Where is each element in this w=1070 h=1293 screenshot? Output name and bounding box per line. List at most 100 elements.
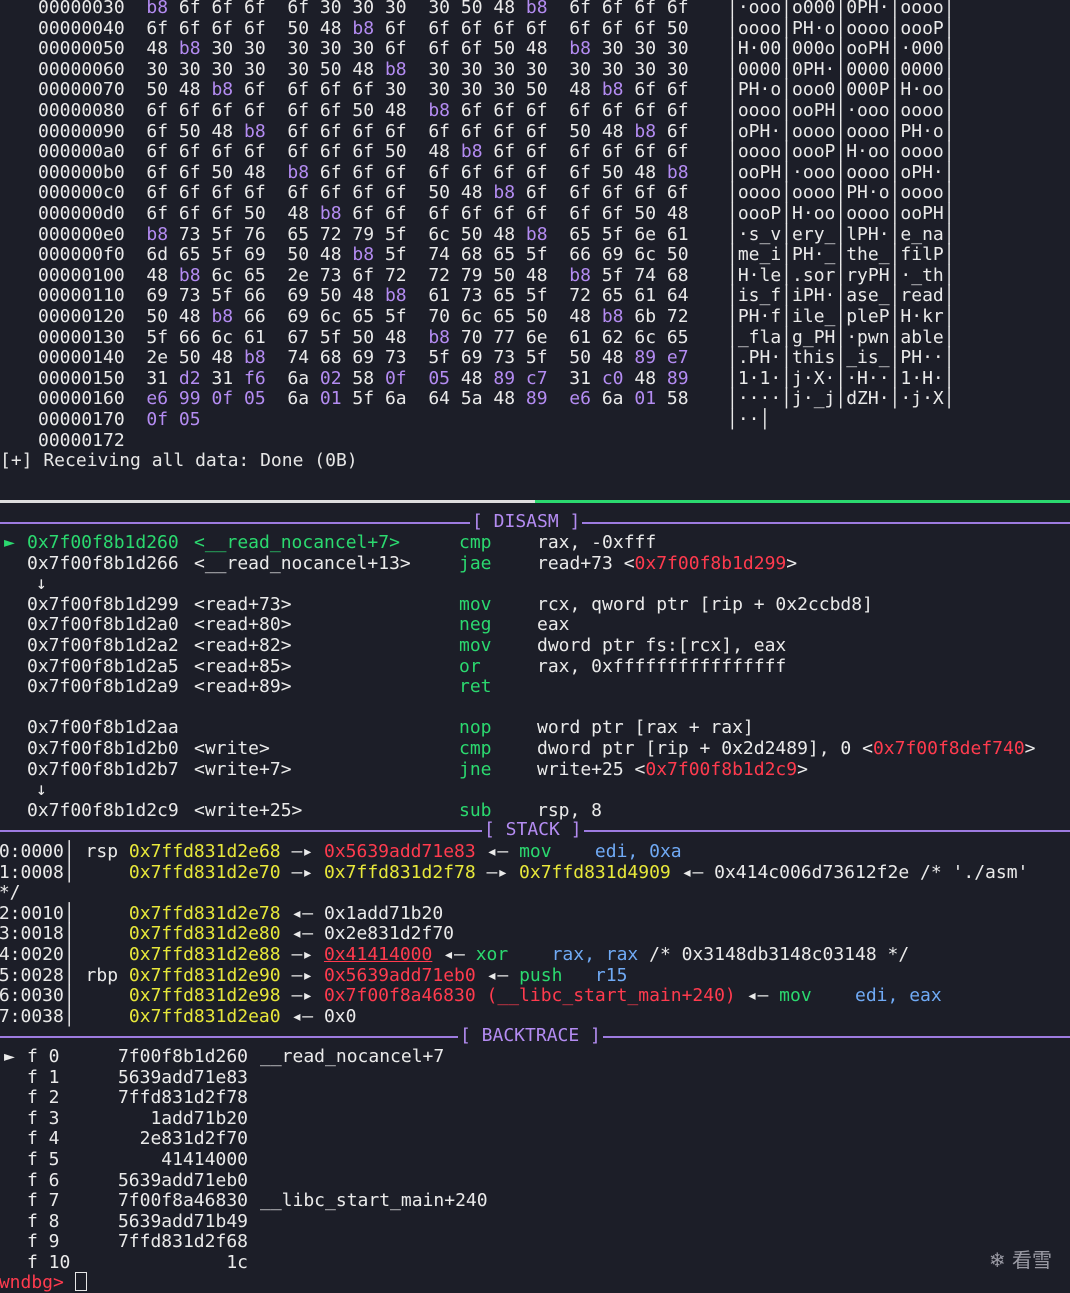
hex-byte: 50 (569, 120, 591, 142)
hex-bytes: 50 48 b8 6f 6f 6f 6f 30 30 30 30 50 48 b… (125, 79, 688, 100)
stack-part: /* 0x3148db3148c03148 */ (638, 944, 910, 965)
stack-part: 0x7ffd831d2e68 (128, 841, 281, 862)
hex-byte: 30 (493, 58, 516, 80)
ascii-column: │·s_v│ery_│lPH·│e_na│ (727, 223, 955, 245)
hex-byte: 5f (384, 244, 407, 266)
stack-row: 04:0020│ 0x7ffd831d2e88 —▸ 0x41414000 ◂—… (0, 945, 909, 966)
hex-byte: 6f (493, 100, 516, 121)
frame-address: 7ffd831d2f78 (117, 1087, 248, 1109)
hex-byte: 6f (352, 182, 375, 204)
hex-byte: 48 (211, 347, 234, 369)
disasm-title: [ DISASM ] (470, 511, 583, 532)
stack-part: 0x7ffd831d2e78 (128, 902, 281, 924)
hex-byte: 77 (493, 326, 516, 348)
disasm-address: 0x7f00f8b1d2aa (27, 717, 179, 739)
hex-byte: 65 (493, 306, 516, 327)
hex-byte: 65 (352, 306, 375, 327)
hex-address: 00000100 (38, 264, 125, 286)
disasm-address: 0x7f00f8b1d2c9 (27, 799, 179, 821)
hex-byte: 62 (601, 326, 624, 348)
hex-byte: 6f (287, 0, 310, 18)
frame-index: f 0 (27, 1046, 60, 1067)
hex-byte: 50 (428, 182, 451, 204)
hex-byte: 48 (460, 367, 483, 389)
hex-byte: 48 (384, 100, 407, 121)
hex-byte: 6f (146, 100, 169, 121)
hex-byte: 48 (287, 203, 310, 224)
hex-byte: 6f (287, 141, 310, 163)
hex-byte: 70 (460, 326, 483, 348)
hex-address: 00000030 (38, 0, 125, 18)
disasm-symbol: <write> (194, 738, 270, 759)
hex-byte: 74 (428, 244, 451, 266)
ascii-column: │oooo│oooo│PH·o│oooo│ (727, 182, 955, 204)
hex-byte: 65 (493, 244, 516, 266)
frame-symbol: __libc_start_main+240 (260, 1190, 488, 1212)
stack-part: 05:0028│ (0, 964, 75, 986)
hex-byte: 6f (525, 141, 548, 163)
ascii-column: │oooo│oooP│H·oo│oooo│ (727, 141, 955, 163)
hex-byte: 30 (601, 38, 624, 60)
hex-byte: 6a (601, 388, 624, 410)
hex-byte: 58 (666, 388, 689, 410)
hex-byte: 6f (319, 120, 342, 142)
hex-byte: 6f (460, 38, 483, 60)
hex-byte: 30 (428, 0, 451, 18)
hex-bytes: 31 d2 31 f6 6a 02 58 0f 05 48 89 c7 31 c… (125, 367, 688, 389)
hex-byte: 30 (211, 38, 234, 60)
disasm-operands: read+73 <0x7f00f8b1d299> (537, 553, 797, 575)
stack-part: 0x7ffd831d2e88 (128, 944, 281, 965)
hex-byte: b8 (493, 182, 516, 204)
hex-byte: b8 (384, 58, 407, 80)
disasm-mnemonic: neg (459, 614, 492, 636)
hex-byte: 6f (569, 100, 591, 121)
hex-byte: 6c (319, 306, 342, 327)
stack-part: */ (0, 882, 21, 904)
disasm-operands: dword ptr fs:[rcx], eax (537, 636, 786, 657)
hex-byte: 6f (569, 203, 591, 224)
hex-byte: 6a (287, 388, 310, 410)
hex-byte: 6f (287, 182, 310, 204)
frame-index: f 4 (27, 1128, 60, 1150)
operand-part: eax (537, 614, 570, 636)
hex-byte: 6f (384, 203, 407, 224)
hex-byte: 6c (460, 306, 483, 327)
disasm-address: 0x7f00f8b1d2a9 (27, 676, 179, 698)
hex-byte: 6f (211, 203, 234, 224)
hex-address: 000000a0 (38, 141, 125, 163)
hex-byte: 6f (243, 17, 266, 39)
hex-byte: 69 (352, 347, 375, 369)
hex-byte: b8 (352, 17, 375, 39)
hex-byte: 48 (178, 306, 201, 327)
disasm-mnemonic: cmp (459, 738, 492, 759)
hex-bytes: 2e 50 48 b8 74 68 69 73 5f 69 73 5f 50 4… (125, 347, 688, 369)
hex-byte: 99 (178, 388, 201, 410)
stack-title: [ STACK ] (482, 819, 584, 840)
hex-byte: 50 (384, 141, 407, 163)
hex-byte: 0f (211, 388, 234, 410)
hex-byte: 6f (211, 141, 234, 163)
stack-part: 06:0030│ (0, 985, 129, 1007)
hex-byte: 50 (460, 223, 483, 245)
hex-byte: 30 (319, 0, 342, 18)
disasm-address: 0x7f00f8b1d2a2 (27, 635, 179, 656)
hex-byte: 6f (428, 161, 451, 183)
ascii-column: │H·00│000o│ooPH│·000│ (727, 38, 955, 60)
hex-byte: 6f (384, 182, 407, 204)
disasm-mnemonic: or (459, 655, 481, 677)
hex-row: 00000050 48 b8 30 30 30 30 30 6f 6f 6f 5… (38, 39, 689, 60)
hex-byte: 89 (634, 347, 657, 369)
hex-bytes: 6f 6f 6f 6f 6f 6f 50 48 b8 6f 6f 6f 6f 6… (125, 100, 688, 121)
hex-byte: 48 (493, 388, 516, 410)
command-prompt[interactable]: owndbg> (0, 1272, 87, 1293)
hex-byte: 6f (243, 141, 266, 163)
disasm-symbol: <read+85> (194, 655, 292, 677)
hex-row: 000000a0 6f 6f 6f 6f 6f 6f 6f 50 48 b8 6… (38, 142, 689, 163)
hex-byte: 5f (525, 347, 548, 369)
stack-part: 0x7ffd831d2e70 (128, 861, 281, 883)
hex-byte: 5f (384, 223, 407, 245)
hex-byte: 30 (352, 38, 375, 60)
hex-byte: 30 (287, 58, 310, 80)
hex-byte: b8 (569, 38, 591, 60)
hex-byte: 65 (601, 285, 624, 307)
